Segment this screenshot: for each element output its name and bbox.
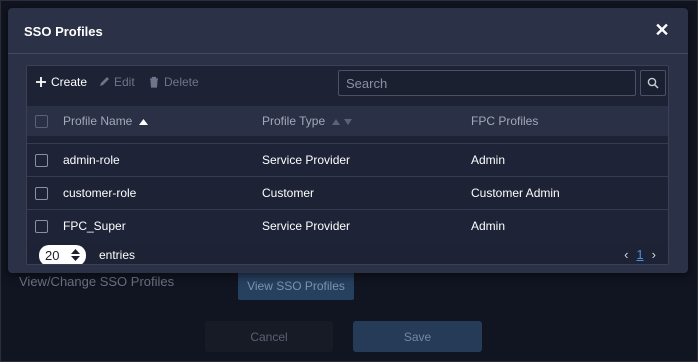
- search-icon: [647, 77, 659, 89]
- header-profile-type[interactable]: Profile Type: [262, 114, 352, 128]
- table-row[interactable]: customer-role Customer Customer Admin: [27, 176, 668, 209]
- select-all-checkbox[interactable]: [35, 115, 48, 128]
- cell-profile-name: admin-role: [63, 153, 120, 167]
- cancel-button[interactable]: Cancel: [205, 321, 333, 352]
- modal-title: SSO Profiles: [24, 24, 103, 39]
- save-button[interactable]: Save: [353, 321, 482, 352]
- header-profile-name-label: Profile Name: [63, 114, 133, 128]
- create-button[interactable]: Create: [35, 75, 87, 89]
- cell-profile-name: customer-role: [63, 186, 137, 200]
- cell-fpc-profiles: Customer Admin: [471, 186, 560, 200]
- cell-profile-name: FPC_Super: [63, 219, 126, 233]
- pencil-icon: [100, 77, 109, 86]
- plus-icon: [36, 77, 46, 87]
- row-checkbox[interactable]: [35, 220, 48, 233]
- table-header: Profile Name Profile Type FPC Profiles: [27, 106, 668, 136]
- trash-icon: [150, 76, 158, 88]
- page-size-value: 20: [45, 248, 60, 263]
- profiles-table-panel: Create Edit Delete Search Profile Name P…: [26, 65, 669, 265]
- page-number-link[interactable]: 1: [636, 247, 643, 262]
- background-sso-label: View/Change SSO Profiles: [19, 274, 175, 289]
- cell-profile-type: Customer: [262, 186, 315, 200]
- sso-profiles-modal: SSO Profiles ✕ Create Edit Delete Search…: [8, 8, 688, 273]
- create-label: Create: [51, 75, 88, 89]
- sort-both-icon: [331, 118, 352, 125]
- cell-profile-type: Service Provider: [262, 219, 351, 233]
- header-profile-name[interactable]: Profile Name: [63, 114, 148, 128]
- close-icon[interactable]: ✕: [653, 21, 671, 39]
- delete-label: Delete: [164, 75, 199, 89]
- sort-asc-icon: [138, 118, 148, 125]
- spinner-updown-icon: [71, 249, 80, 261]
- row-checkbox[interactable]: [35, 154, 48, 167]
- search-input[interactable]: [338, 70, 636, 96]
- delete-button[interactable]: Delete: [148, 75, 199, 89]
- cell-fpc-profiles: Admin: [471, 219, 506, 233]
- search-button[interactable]: [640, 70, 666, 96]
- header-fpc-profiles: FPC Profiles: [471, 114, 539, 128]
- table-row[interactable]: admin-role Service Provider Admin: [27, 143, 668, 176]
- table-toolbar: Create Edit Delete: [27, 66, 668, 100]
- row-checkbox[interactable]: [35, 187, 48, 200]
- cell-fpc-profiles: Admin: [471, 153, 506, 167]
- table-row[interactable]: FPC_Super Service Provider Admin: [27, 209, 668, 242]
- page-size-select[interactable]: 20: [39, 245, 86, 264]
- entries-label: entries: [99, 248, 136, 262]
- pagination: ‹ 1 ›: [624, 247, 656, 262]
- next-page-icon[interactable]: ›: [652, 247, 656, 262]
- edit-button[interactable]: Edit: [98, 75, 135, 89]
- table-footer: 20 entries ‹ 1 ›: [27, 243, 668, 264]
- view-sso-profiles-button[interactable]: View SSO Profiles: [238, 272, 354, 300]
- prev-page-icon[interactable]: ‹: [624, 247, 628, 262]
- header-profile-type-label: Profile Type: [262, 114, 326, 128]
- cell-profile-type: Service Provider: [262, 153, 351, 167]
- edit-label: Edit: [114, 75, 135, 89]
- modal-header: SSO Profiles ✕: [8, 8, 688, 54]
